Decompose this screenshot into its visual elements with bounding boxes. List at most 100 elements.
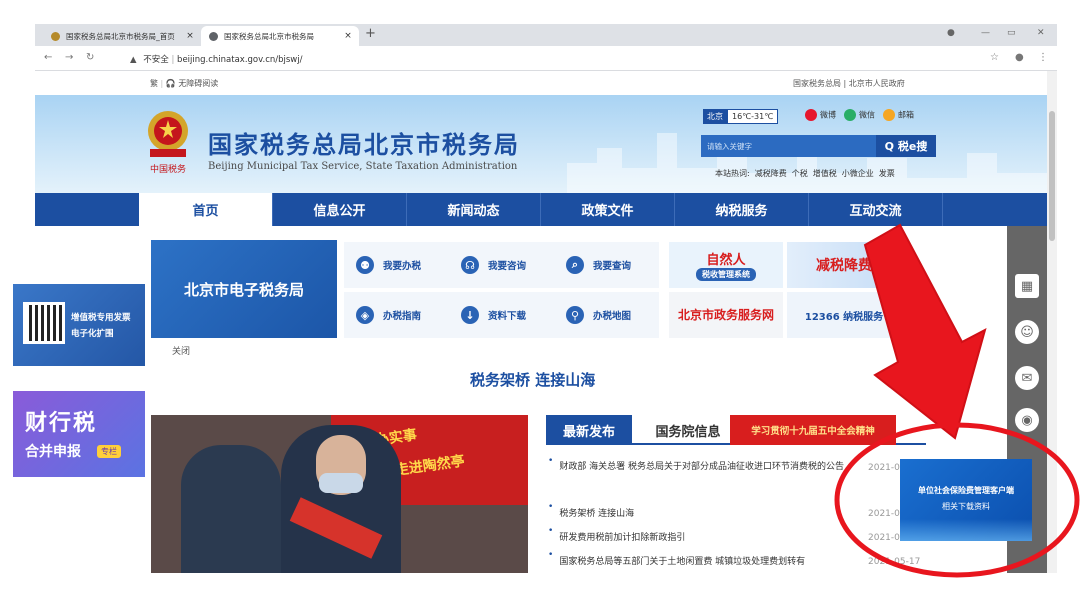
news-title[interactable]: 财政部 海关总署 税务总局关于对部分成品油征收进口环节消费税的公告 (559, 456, 862, 479)
hot-words-label: 本站热词: (715, 169, 750, 178)
hot-word-link[interactable]: 发票 (879, 169, 895, 178)
page-slogan: 税务架桥 连接山海 (470, 371, 596, 389)
headset-icon: ☊ (461, 256, 479, 274)
new-tab-button[interactable]: + (365, 26, 376, 41)
nav-interaction[interactable]: 互动交流 (809, 193, 943, 226)
header-banner: 中国税务 国家税务总局北京市税务局 Beijing Municipal Tax … (35, 95, 1047, 193)
quick-consult[interactable]: ☊ 我要咨询 (449, 242, 554, 288)
nav-policy[interactable]: 政策文件 (541, 193, 675, 226)
weibo-link[interactable]: 微博 (805, 109, 836, 121)
profile-icon[interactable]: ● (947, 28, 955, 38)
site-favicon-icon (51, 31, 60, 41)
news-title[interactable]: 国家税务总局等五部门关于土地闲置费 城镇垃圾处理费划转有 (559, 550, 862, 573)
weibo-icon[interactable]: ◉ (1015, 408, 1039, 432)
ad-subtitle: 相关下载资料 (942, 502, 990, 511)
browser-tab-bar: 国家税务总局北京市税务局_首页 × 国家税务总局北京市税务局 × + ● — ▭… (35, 24, 1057, 46)
ad-city-graphic (900, 519, 1032, 541)
quick-download[interactable]: ↓ 资料下载 (449, 292, 554, 338)
nav-info-disclosure[interactable]: 信息公开 (273, 193, 407, 226)
wechat-link[interactable]: 微信 (844, 109, 875, 121)
social-insurance-client-ad[interactable]: 单位社会保险费管理客户端 相关下载资料 (900, 459, 1032, 541)
search-button[interactable]: Q 税e搜 (876, 135, 936, 157)
photo-person (181, 445, 281, 573)
page-scrollbar[interactable] (1047, 71, 1057, 573)
property-tax-float-ad[interactable]: 财行税 合并申报 专栏 (13, 391, 145, 477)
close-link[interactable]: 关闭 (172, 344, 190, 357)
tab-latest[interactable]: 最新发布 (546, 415, 632, 445)
wechat-icon[interactable]: ✉ (1015, 366, 1039, 390)
url-field[interactable]: ▲ 不安全 | beijing.chinatax.gov.cn/bjswj/ (130, 53, 303, 65)
weather-widget: 北京 16℃-31℃ (703, 109, 779, 124)
close-tab-icon[interactable]: × (341, 31, 355, 41)
quick-handle-tax[interactable]: ⚉ 我要办税 (344, 242, 449, 288)
headphones-icon: 🎧 (165, 79, 176, 88)
close-tab-icon[interactable]: × (183, 31, 197, 41)
user-icon: ⚉ (356, 256, 374, 274)
news-title[interactable]: 税务架桥 连接山海 (559, 502, 862, 526)
city-skyline-image (567, 133, 1047, 193)
quick-map[interactable]: ⚲ 办税地图 (554, 292, 659, 338)
warning-icon: ▲ (130, 55, 137, 65)
traditional-chinese-link[interactable]: 繁 (150, 79, 158, 88)
menu-kebab-icon[interactable]: ⋮ (1038, 52, 1048, 63)
social-links: 微博 微信 邮箱 (805, 109, 914, 121)
scrollbar-thumb[interactable] (1049, 111, 1055, 241)
promo-tax-cut[interactable]: 减税降费 (787, 242, 901, 288)
list-item[interactable]: • 研发费用税前加计扣除新政指引 2021-0 (548, 526, 928, 550)
top-left-links: 繁 | 🎧 无障碍阅读 (150, 79, 219, 88)
minimize-icon[interactable]: — (981, 28, 990, 38)
maximize-icon[interactable]: ▭ (1007, 28, 1016, 38)
window-close-icon[interactable]: ✕ (1037, 28, 1045, 38)
temperature: 16℃-31℃ (727, 109, 779, 124)
hot-word-link[interactable]: 减税降费 (755, 169, 787, 178)
tax-emblem-logo: 中国税务 (148, 111, 188, 175)
promo-12366[interactable]: 12366 纳税服务 (787, 292, 901, 338)
compass-icon: ◈ (356, 306, 374, 324)
list-item[interactable]: • 税务架桥 连接山海 2021-0 (548, 502, 928, 526)
hot-word-link[interactable]: 小微企业 (842, 169, 874, 178)
browser-tab-home[interactable]: 国家税务总局北京市税务局_首页 × (43, 26, 201, 46)
web-page: 繁 | 🎧 无障碍阅读 国家税务总局 | 北京市人民政府 中国税务 国家税务总局… (35, 71, 1047, 573)
email-link[interactable]: 邮箱 (883, 109, 914, 121)
hot-words: 本站热词: 减税降费 个税 增值税 小微企业 发票 (715, 168, 900, 179)
accessibility-link[interactable]: 无障碍阅读 (178, 79, 218, 88)
account-icon[interactable]: ● (1015, 52, 1024, 63)
sitemap-icon[interactable]: ▦ (1015, 274, 1039, 298)
mail-icon (883, 109, 895, 121)
hot-word-link[interactable]: 增值税 (813, 169, 837, 178)
news-photo[interactable]: 惠民办实事 税收宣传走进陶然亭 (151, 415, 528, 573)
tab-study-plenum[interactable]: 学习贯彻十九届五中全会精神 (730, 415, 896, 445)
etax-bureau-button[interactable]: 北京市电子税务局 (151, 240, 337, 338)
news-tabs: 最新发布 国务院信息 学习贯彻十九届五中全会精神 (546, 415, 926, 445)
promo-natural-person[interactable]: 自然人 税收管理系统 (669, 242, 783, 288)
nav-tax-service[interactable]: 纳税服务 (675, 193, 809, 226)
svg-text:中国税务: 中国税务 (150, 163, 186, 175)
map-pin-icon: ⚲ (566, 306, 584, 324)
vat-invoice-float-ad[interactable]: 增值税专用发票 电子化扩围 (13, 284, 145, 366)
quick-query[interactable]: ⌕ 我要查询 (554, 242, 659, 288)
list-item[interactable]: • 财政部 海关总署 税务总局关于对部分成品油征收进口环节消费税的公告 2021-0 (548, 456, 928, 502)
news-title[interactable]: 研发费用税前加计扣除新政指引 (559, 526, 862, 550)
forward-icon[interactable]: → (65, 52, 73, 63)
tab-title: 国家税务总局北京市税务局_首页 (66, 31, 175, 41)
city-label: 北京 (703, 109, 727, 124)
reload-icon[interactable]: ↻ (86, 52, 94, 63)
back-icon[interactable]: ← (44, 52, 52, 63)
site-title: 国家税务总局北京市税务局 (208, 131, 520, 159)
tab-state-council[interactable]: 国务院信息 (648, 415, 728, 445)
ad-title: 单位社会保险费管理客户端 (918, 486, 1014, 495)
list-item[interactable]: • 国家税务总局等五部门关于土地闲置费 城镇垃圾处理费划转有 2021-05-17 (548, 550, 928, 573)
qr-code (23, 302, 65, 344)
nav-news[interactable]: 新闻动态 (407, 193, 541, 226)
elder-mode-icon[interactable]: ☺ (1015, 320, 1039, 344)
photo-mask (319, 473, 363, 493)
search-doc-icon: ⌕ (566, 256, 584, 274)
browser-tab-current[interactable]: 国家税务总局北京市税务局 × (201, 26, 359, 46)
hot-word-link[interactable]: 个税 (792, 169, 808, 178)
top-right-links[interactable]: 国家税务总局 | 北京市人民政府 (793, 78, 905, 89)
quick-guide[interactable]: ◈ 办税指南 (344, 292, 449, 338)
search-input[interactable]: 请输入关键字 (701, 135, 876, 157)
nav-home[interactable]: 首页 (139, 193, 273, 226)
bookmark-star-icon[interactable]: ☆ (990, 52, 999, 63)
promo-gov-service[interactable]: 北京市政务服务网 (669, 292, 783, 338)
